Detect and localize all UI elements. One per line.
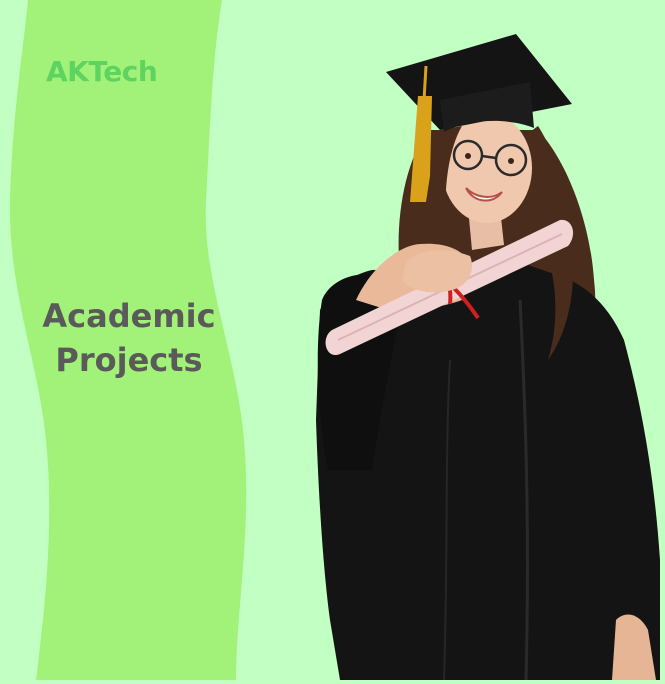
academic-projects-banner: AKTech Academic Projects [0, 0, 665, 681]
headline-line-1: Academic [42, 297, 216, 335]
eye [465, 153, 471, 159]
headline: Academic Projects [26, 294, 232, 382]
brand-logo-text: AKTech [46, 55, 158, 88]
tassel-cord [422, 65, 428, 101]
graduate-illustration [316, 34, 660, 681]
headline-line-2: Projects [55, 341, 203, 379]
eye [508, 158, 514, 164]
